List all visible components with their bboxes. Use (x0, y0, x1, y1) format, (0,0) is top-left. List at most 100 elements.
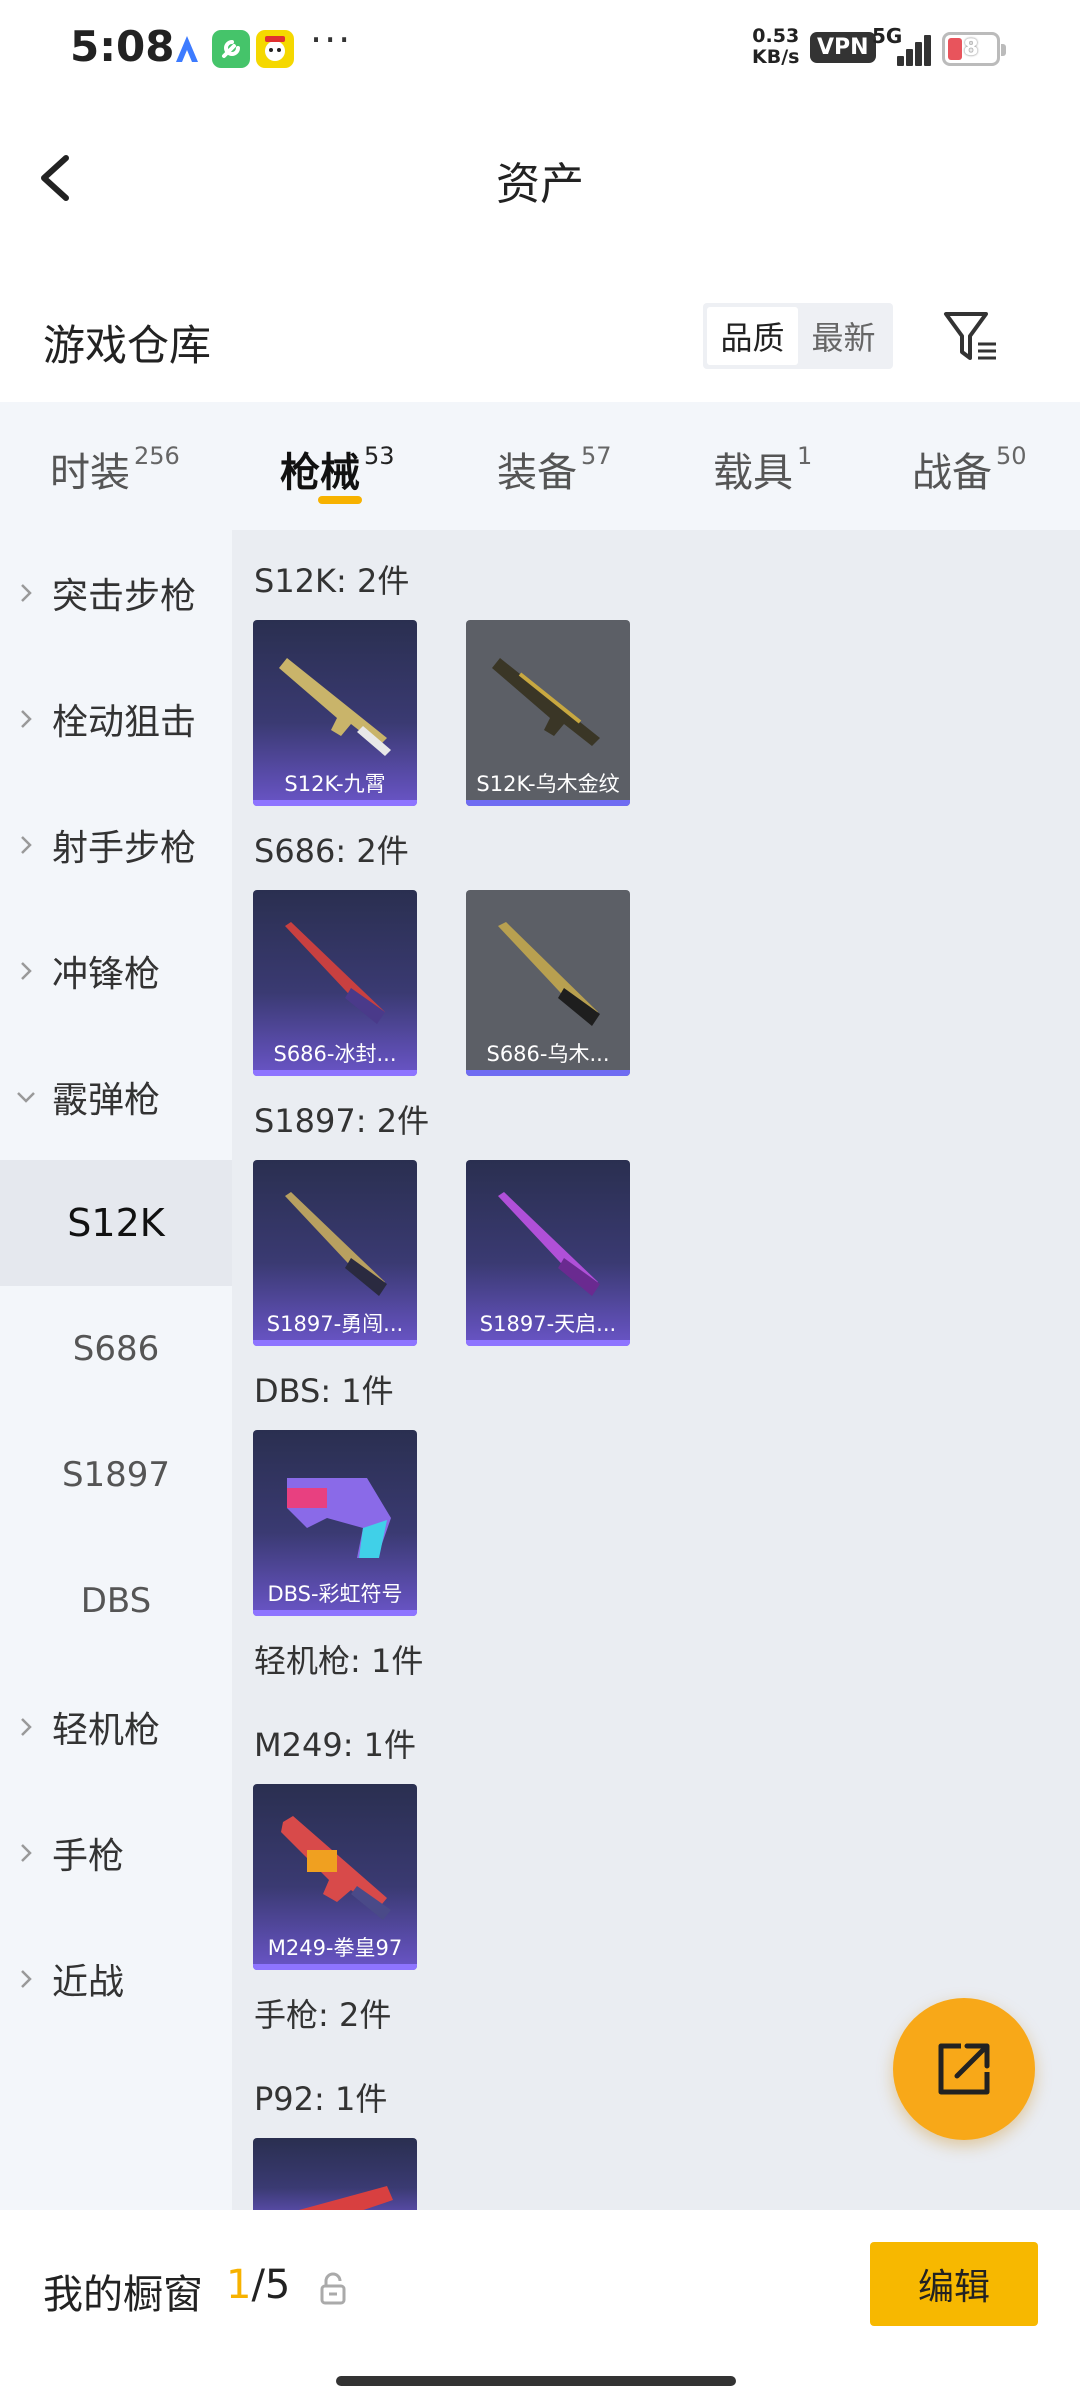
weapon-card-name: S12K-乌木金纹 (476, 772, 620, 796)
tab-count: 256 (134, 442, 180, 470)
battery-icon: 8 (942, 32, 1006, 66)
tab-label: 时装 (50, 450, 130, 496)
rarity-bar (253, 1964, 417, 1970)
group-label-dbs: DBS: 1件 (254, 1372, 394, 1410)
showcase-count-current: 1 (226, 2262, 252, 2308)
rarity-bar (466, 1340, 630, 1346)
sidebar-item-pistol[interactable]: 手枪 (0, 1790, 232, 1916)
weapon-card-s1897-brave[interactable]: S1897-勇闯... (253, 1160, 417, 1346)
weapon-card-p92[interactable] (253, 2138, 417, 2210)
tab-label: 战备 (912, 450, 992, 496)
weapon-card-name: S12K-九霄 (284, 772, 386, 796)
rarity-bar (253, 1070, 417, 1076)
sidebar-item-melee[interactable]: 近战 (0, 1916, 232, 2042)
sort-by-newest[interactable]: 最新 (798, 307, 889, 365)
warehouse-title: 游戏仓库 (43, 321, 212, 370)
rarity-bar (253, 800, 417, 806)
chevron-left-icon (41, 155, 69, 201)
sidebar-item-smg[interactable]: 冲锋枪 (0, 908, 232, 1034)
sidebar-subitem-s1897[interactable]: S1897 (0, 1412, 232, 1538)
showcase-bar: 我的橱窗 1/5 编辑 (0, 2210, 1080, 2400)
sidebar-item-label: 射手步枪 (52, 828, 197, 869)
vpn-badge: VPN (810, 32, 876, 63)
sidebar-item-marksman-rifle[interactable]: 射手步枪 (0, 782, 232, 908)
net-speed-unit: KB/s (752, 46, 800, 68)
weapon-card-s686-frozen[interactable]: S686-冰封... (253, 890, 417, 1076)
chevron-right-icon (0, 1842, 52, 1864)
sidebar-item-label: 突击步枪 (52, 576, 197, 617)
signal-icon (895, 30, 931, 66)
rarity-bar (466, 800, 630, 806)
tab-label: 载具 (713, 450, 793, 496)
rifle-skin-icon (279, 658, 391, 756)
share-fab-button[interactable] (893, 1998, 1035, 2140)
filter-button[interactable] (940, 308, 1000, 368)
home-indicator[interactable] (336, 2376, 736, 2386)
weapon-card-s12k-ebony[interactable]: S12K-乌木金纹 (466, 620, 630, 806)
shotgun-skin-icon (285, 1192, 387, 1296)
tab-firearms[interactable]: 枪械 53 (280, 440, 395, 498)
sidebar-item-lmg[interactable]: 轻机枪 (0, 1664, 232, 1790)
weapon-card-s1897-apocalypse[interactable]: S1897-天启... (466, 1160, 630, 1346)
group-label-pistol: 手枪: 2件 (254, 1996, 392, 2034)
weapon-card-s12k-jiuxiao[interactable]: S12K-九霄 (253, 620, 417, 806)
weapon-card-name: S1897-天启... (479, 1312, 617, 1336)
group-label-s686: S686: 2件 (254, 832, 409, 870)
tab-label: 装备 (497, 450, 577, 496)
group-label-s12k: S12K: 2件 (254, 562, 410, 600)
chevron-right-icon (0, 708, 52, 730)
sidebar-item-label: 霰弹枪 (52, 1080, 161, 1121)
more-notifications-icon: ··· (310, 18, 353, 62)
edit-button[interactable]: 编辑 (870, 2242, 1038, 2326)
sidebar-item-label: 栓动狙击 (52, 702, 197, 743)
lock-icon (320, 2272, 346, 2305)
pistol-skin-icon (299, 2186, 393, 2210)
filter-icon (944, 312, 996, 360)
game-app-icon (256, 30, 294, 68)
shotgun-skin-icon (285, 922, 385, 1024)
tab-equipment[interactable]: 装备 57 (497, 440, 612, 498)
weapon-card-name: M249-拳皇97 (267, 1936, 403, 1960)
weapon-card-dbs-rainbow[interactable]: DBS-彩虹符号 (253, 1430, 417, 1616)
category-tabs: 时装 256 枪械 53 装备 57 载具 1 战备 50 (0, 402, 1080, 530)
rarity-bar (253, 1340, 417, 1346)
machine-gun-skin-icon (281, 1816, 391, 1920)
rarity-bar (466, 1070, 630, 1076)
rarity-bar (253, 1610, 417, 1616)
chevron-right-icon (0, 1716, 52, 1738)
tab-count: 53 (364, 442, 395, 470)
sidebar-subitem-dbs[interactable]: DBS (0, 1538, 232, 1664)
group-label-m249: M249: 1件 (254, 1726, 417, 1764)
weapon-card-s686-ebony[interactable]: S686-乌木... (466, 890, 630, 1076)
battery-level: 8 (963, 36, 979, 61)
weapon-inventory-list: S12K: 2件 S12K-九霄 S12K-乌木金纹 S686: 2件 S686… (232, 530, 1080, 2210)
tab-fashion[interactable]: 时装 256 (50, 440, 180, 498)
shotgun-skin-icon (287, 1478, 391, 1558)
weapon-card-name: S1897-勇闯... (266, 1312, 404, 1336)
sidebar-item-bolt-sniper[interactable]: 栓动狙击 (0, 656, 232, 782)
sidebar-item-label: 手枪 (52, 1836, 125, 1877)
sidebar-item-assault-rifle[interactable]: 突击步枪 (0, 530, 232, 656)
sidebar-subitem-s12k[interactable]: S12K (0, 1160, 232, 1286)
back-button[interactable] (30, 140, 90, 220)
status-time: 5:08 (70, 22, 175, 71)
sidebar-item-label: 近战 (52, 1962, 125, 2003)
sidebar-subitem-s686[interactable]: S686 (0, 1286, 232, 1412)
status-bar: 5:08 ··· 0.53 KB/s VPN 5G 8 (0, 0, 1080, 100)
sidebar-item-shotgun[interactable]: 霰弹枪 (0, 1034, 232, 1160)
chevron-right-icon (0, 1968, 52, 1990)
chevron-down-icon (0, 1090, 52, 1104)
showcase-count: 1/5 (226, 2262, 290, 2308)
showcase-label: 我的橱窗 (43, 2272, 203, 2318)
chevron-right-icon (0, 960, 52, 982)
weapon-card-m249-kof97[interactable]: M249-拳皇97 (253, 1784, 417, 1970)
sort-by-quality[interactable]: 品质 (707, 307, 798, 365)
page-title: 资产 (496, 159, 584, 210)
sidebar-item-label: 轻机枪 (52, 1710, 161, 1751)
tab-label: 枪械 (280, 450, 360, 496)
tab-vehicles[interactable]: 载具 1 (713, 440, 812, 498)
screen: 5:08 ··· 0.53 KB/s VPN 5G 8 资产 游戏仓库 品质 最… (0, 0, 1080, 2400)
rifle-skin-icon (492, 658, 600, 746)
tab-supplies[interactable]: 战备 50 (912, 440, 1027, 498)
sidebar-item-label: 冲锋枪 (52, 954, 161, 995)
